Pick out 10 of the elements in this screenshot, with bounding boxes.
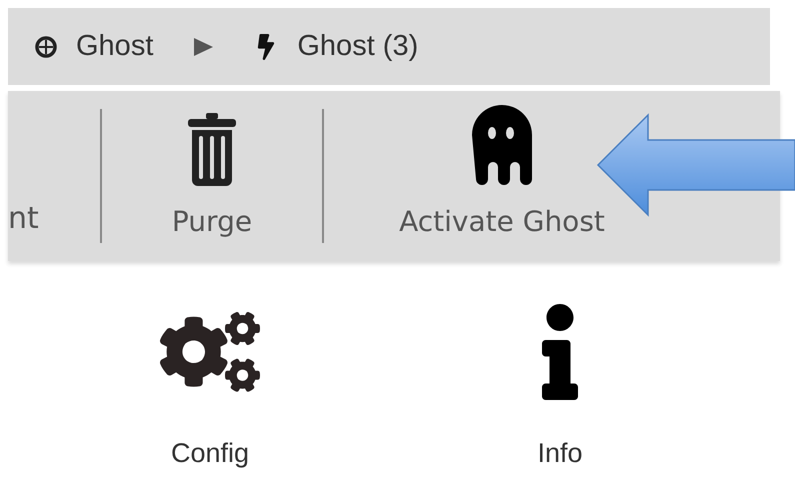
trash-icon — [186, 111, 238, 187]
breadcrumb-link[interactable]: Ghost (3) — [297, 24, 418, 68]
toolbar-label[interactable]: nt — [8, 196, 39, 241]
breadcrumb-link[interactable]: Ghost — [76, 24, 154, 68]
launcher-button[interactable]: Info — [490, 297, 630, 474]
launcher-button[interactable]: Config — [140, 297, 280, 474]
crosshair-icon — [34, 34, 58, 58]
toolbar-button[interactable]: Purge — [102, 91, 322, 261]
toolbar-button[interactable]: Activate Ghost — [324, 91, 680, 261]
ghost-icon — [470, 103, 534, 187]
